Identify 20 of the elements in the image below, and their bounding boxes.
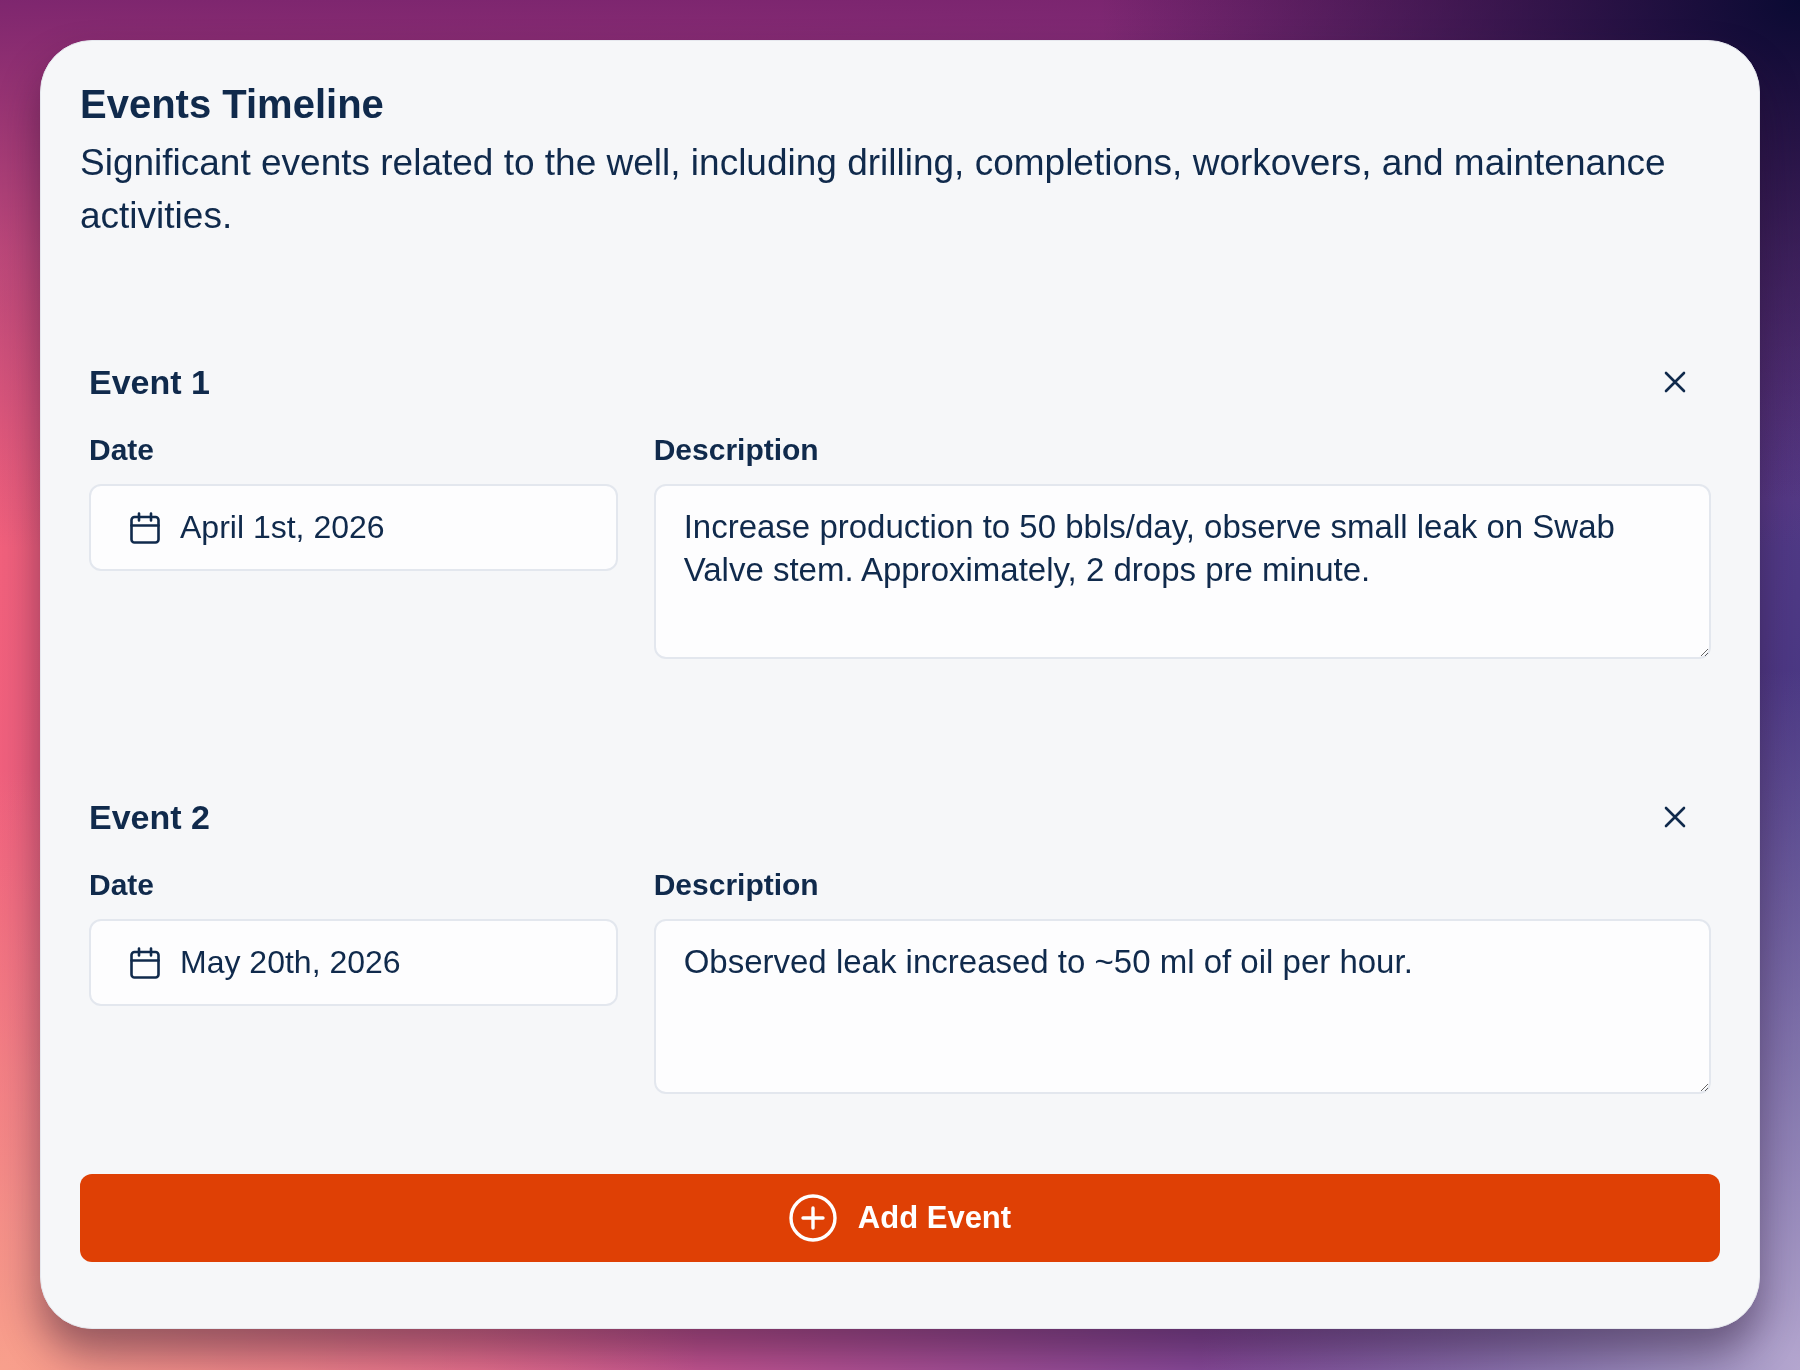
calendar-icon [130,946,160,979]
calendar-icon [130,511,160,544]
date-picker-button[interactable]: April 1st, 2026 [89,484,618,571]
description-field[interactable]: Increase production to 50 bbls/day, observe small leak on Swab Valve stem. Approximately, 2 drops pre minute. [653,484,1711,659]
close-button[interactable] [1664,806,1686,828]
event-heading: Event 2 [89,797,210,838]
field-label: Description [653,432,819,468]
date-picker-button[interactable]: May 20th, 2026 [89,919,618,1006]
field-label: Description [653,867,819,903]
close-icon [1664,371,1686,393]
add-event-button[interactable]: Add Event [80,1174,1720,1262]
panel-title: Events Timeline [80,81,385,128]
panel-description: Significant events related to the well, including drilling, completions, workovers, and maintenance activities. [80,141,1667,238]
description-field[interactable]: Observed leak increased to ~50 ml of oil per hour. [653,919,1711,1094]
plus-circle-icon [788,1194,837,1242]
close-icon [1664,806,1686,828]
field-label: Date [89,867,155,903]
close-button[interactable] [1664,371,1686,393]
event-heading: Event 1 [89,362,210,403]
field-label: Date [89,432,155,468]
